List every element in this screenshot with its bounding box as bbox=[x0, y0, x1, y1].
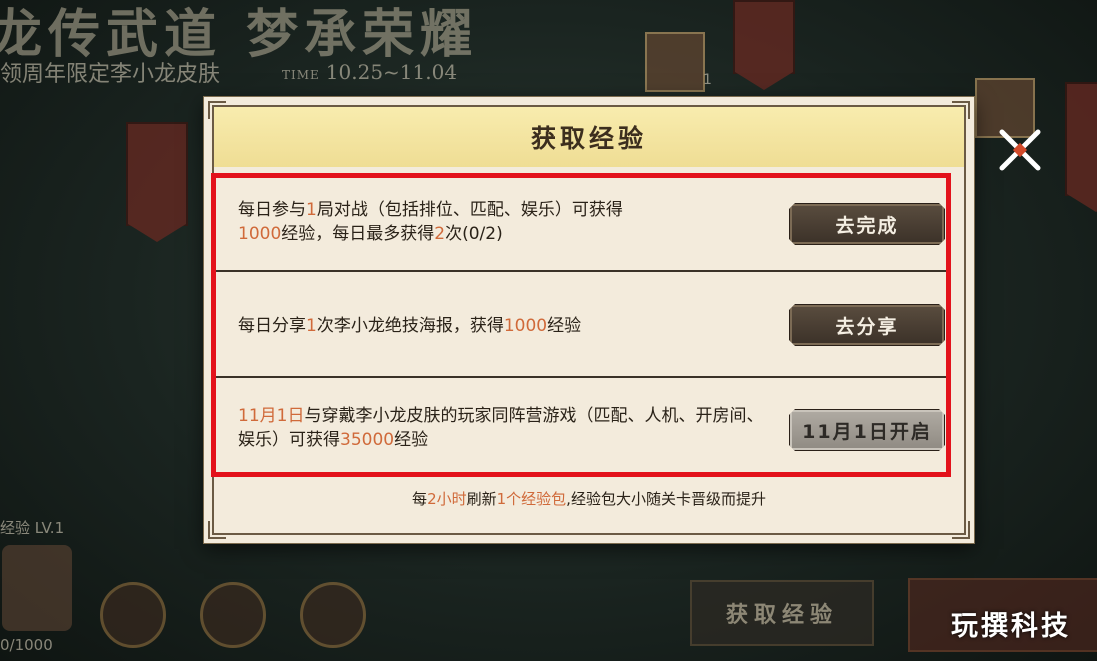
hero-count: 1 bbox=[703, 72, 712, 88]
text-part: 每日分享 bbox=[238, 316, 306, 336]
reward-slot[interactable] bbox=[100, 582, 166, 648]
text-part: 刷新 bbox=[466, 490, 497, 508]
dialog-header: 获取经验 bbox=[214, 107, 964, 167]
text-part: 次李小龙绝技海报，获得 bbox=[316, 316, 504, 336]
text-part: 经验 bbox=[394, 430, 429, 450]
close-button[interactable] bbox=[992, 122, 1048, 178]
hero-thumbnail[interactable] bbox=[645, 32, 705, 92]
player-avatar bbox=[2, 545, 72, 631]
corner-ornament bbox=[208, 101, 226, 119]
corner-ornament bbox=[952, 521, 970, 539]
text-part: 每日参与 bbox=[238, 200, 306, 220]
divider bbox=[216, 270, 946, 272]
text-part: ,经验包大小随关卡晋级而提升 bbox=[566, 490, 766, 508]
text-part: 局对战（包括排位、匹配、娱乐）可获得 bbox=[316, 200, 623, 220]
task-2-desc: 每日分享1次李小龙绝技海报，获得1000经验 bbox=[238, 314, 768, 338]
time-range: 10.25~11.04 bbox=[325, 60, 458, 84]
level-label: 经验 LV.1 bbox=[0, 519, 65, 537]
task-1-desc: 每日参与1局对战（包括排位、匹配、娱乐）可获得 1000经验，每日最多获得2次(0… bbox=[238, 198, 768, 246]
text-part: 与穿戴李小龙皮肤的玩家同阵营游戏（匹配、人机、开房间、娱乐）可获得 bbox=[238, 406, 764, 450]
highlight-number: 2 bbox=[434, 224, 446, 244]
highlight-number: 1000 bbox=[238, 224, 282, 244]
highlight-date: 11月1日 bbox=[238, 406, 305, 426]
reward-slot[interactable] bbox=[200, 582, 266, 648]
watermark: 玩撰科技 bbox=[951, 610, 1071, 642]
time-prefix: TIME bbox=[282, 68, 320, 82]
event-subtitle: 领周年限定李小龙皮肤 bbox=[0, 62, 221, 87]
share-button[interactable]: 去分享 bbox=[789, 304, 945, 346]
banner-right bbox=[1065, 82, 1097, 212]
highlight-text: 2小时 bbox=[427, 490, 467, 508]
highlight-number: 1 bbox=[306, 316, 317, 336]
text-part: 经验 bbox=[547, 316, 582, 336]
event-time: TIME 10.25~11.04 bbox=[282, 60, 457, 84]
reward-slot[interactable] bbox=[300, 582, 366, 648]
close-icon bbox=[999, 129, 1041, 171]
text-part: 次(0/2) bbox=[445, 224, 503, 244]
text-part: 每 bbox=[412, 490, 428, 508]
corner-ornament bbox=[952, 101, 970, 119]
banner-top bbox=[733, 0, 795, 90]
corner-ornament bbox=[208, 521, 226, 539]
divider bbox=[216, 376, 946, 378]
refresh-note: 每2小时刷新1个经验包,经验包大小随关卡晋级而提升 bbox=[204, 488, 974, 509]
opens-nov1-button: 11月1日开启 bbox=[789, 409, 945, 451]
get-exp-button-bg[interactable]: 获取经验 bbox=[690, 580, 874, 646]
exp-progress: 0/1000 bbox=[0, 636, 53, 654]
complete-button[interactable]: 去完成 bbox=[789, 203, 945, 245]
text-part: 经验，每日最多获得 bbox=[281, 224, 435, 244]
highlight-number: 1000 bbox=[503, 316, 548, 336]
task-3-desc: 11月1日与穿戴李小龙皮肤的玩家同阵营游戏（匹配、人机、开房间、娱乐）可获得35… bbox=[238, 404, 768, 452]
highlight-text: 1个经验包 bbox=[496, 490, 567, 508]
dialog-title: 获取经验 bbox=[530, 124, 647, 153]
task-list: 每日参与1局对战（包括排位、匹配、娱乐）可获得 1000经验，每日最多获得2次(0… bbox=[211, 173, 951, 477]
highlight-number: 35000 bbox=[340, 430, 395, 450]
highlight-number: 1 bbox=[306, 200, 317, 220]
banner-left bbox=[126, 122, 188, 242]
